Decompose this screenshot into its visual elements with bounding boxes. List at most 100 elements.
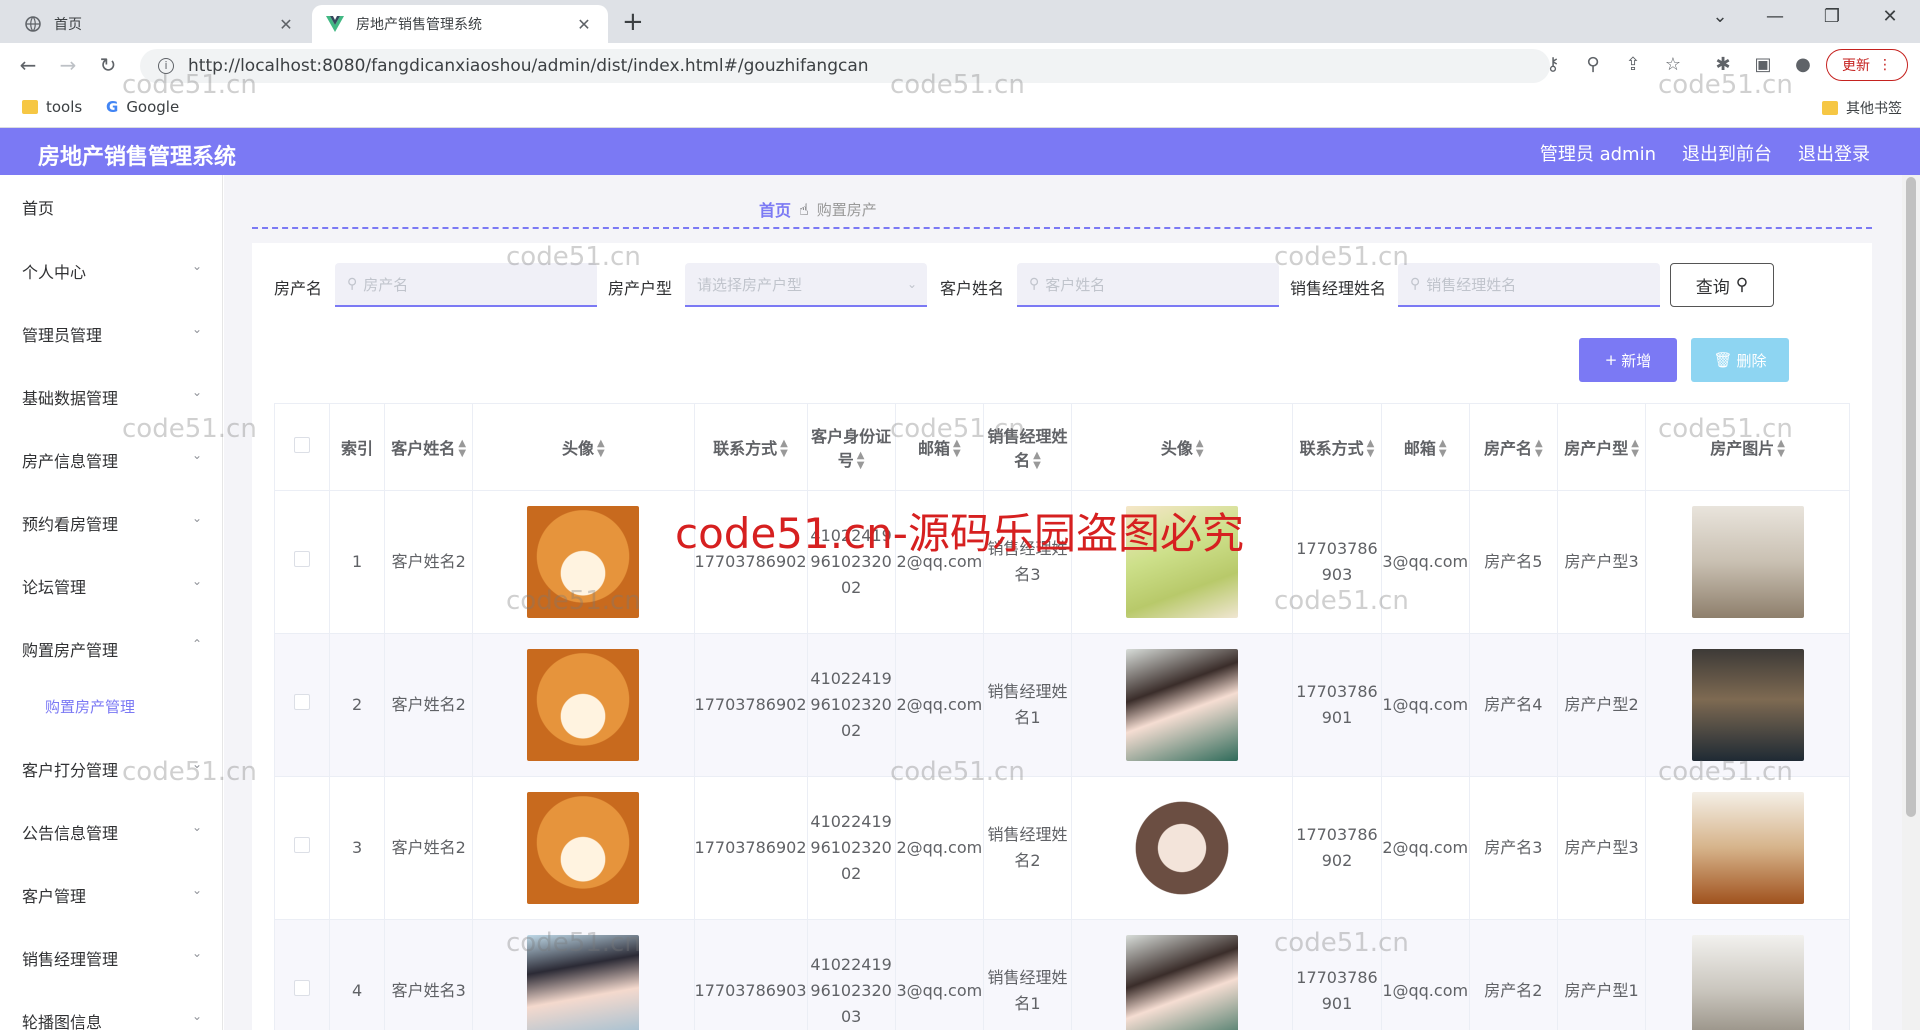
table-row[interactable]: 4 客户姓名3 17703786903 410224199610232003 3… <box>273 919 1850 1030</box>
sidebar-subitem-purchase[interactable]: 购置房产管理 <box>45 696 135 717</box>
cell-memail: 1@qq.com <box>1380 919 1470 1030</box>
row-checkbox[interactable] <box>294 551 311 567</box>
star-icon[interactable]: ☆ <box>1660 54 1686 75</box>
content-panel: 房产名 ⚲ 房产名 房产户型 请选择房产户型 ⌄ 客户姓名 ⚲ 客户姓名 销售经… <box>252 243 1872 1030</box>
globe-icon <box>24 15 42 33</box>
house-name-input[interactable]: ⚲ 房产名 <box>335 263 597 307</box>
row-checkbox[interactable] <box>294 837 311 853</box>
cell-customer: 客户姓名3 <box>384 919 474 1030</box>
extensions-icon[interactable]: ✱ <box>1710 54 1736 75</box>
sidebar-item-carousel[interactable]: 轮播图信息 ⌄ <box>22 1009 202 1033</box>
sidebar-item-rating[interactable]: 客户打分管理 ⌄ <box>22 757 202 781</box>
sidebar-item-customers[interactable]: 客户管理 ⌄ <box>22 883 202 907</box>
col-header-manager-name[interactable]: 销售经理姓名 ▲ ▼ <box>982 403 1073 491</box>
close-window-icon[interactable]: ✕ <box>1870 6 1910 27</box>
sidebar-item-personal[interactable]: 个人中心 ⌄ <box>22 259 202 283</box>
sort-icon[interactable]: ▲ ▼ <box>1033 451 1041 471</box>
page-scrollbar[interactable] <box>1902 175 1920 1030</box>
exit-to-front-link[interactable]: 退出到前台 <box>1682 140 1772 166</box>
sidebar-item-notice[interactable]: 公告信息管理 ⌄ <box>22 820 202 844</box>
col-header-avatar[interactable]: 头像 ▲ ▼ <box>472 403 695 491</box>
cell-mphone: 17703786901 <box>1292 919 1382 1030</box>
sort-icon[interactable]: ▲ ▼ <box>953 439 961 459</box>
col-header-house-type[interactable]: 房产户型 ▲ ▼ <box>1556 403 1647 491</box>
key-icon[interactable]: ⚷ <box>1540 54 1566 75</box>
col-header-idcard[interactable]: 客户身份证号 ▲ ▼ <box>806 403 896 491</box>
sort-icon[interactable]: ▲ ▼ <box>1196 439 1204 459</box>
header-label: 房产图片 <box>1710 438 1775 458</box>
table-row[interactable]: 3 客户姓名2 17703786902 410224199610232002 2… <box>273 776 1850 920</box>
tab-search-icon[interactable]: ⌄ <box>1700 6 1740 27</box>
browser-tab-active[interactable]: 房地产销售管理系统 ✕ <box>312 5 608 43</box>
close-tab-icon[interactable]: ✕ <box>276 15 296 34</box>
sort-icon[interactable]: ▲ ▼ <box>597 439 605 459</box>
chevron-down-icon: ⌄ <box>191 757 202 771</box>
row-checkbox[interactable] <box>294 980 311 996</box>
sort-icon[interactable]: ▲ ▼ <box>857 451 865 471</box>
update-button[interactable]: 更新 ⋮ <box>1826 49 1908 81</box>
minimize-icon[interactable]: — <box>1755 6 1795 27</box>
sidebar-item-forum[interactable]: 论坛管理 ⌄ <box>22 574 202 598</box>
share-icon[interactable]: ⇪ <box>1620 54 1646 75</box>
restore-icon[interactable]: ❐ <box>1812 6 1852 27</box>
bookmark-google[interactable]: G Google <box>106 98 179 116</box>
cell-manager: 销售经理姓名1 <box>982 919 1073 1030</box>
query-button[interactable]: 查询 ⚲ <box>1670 263 1774 307</box>
sidebar-item-managers[interactable]: 销售经理管理 ⌄ <box>22 946 202 970</box>
col-header-contact[interactable]: 联系方式 ▲ ▼ <box>693 403 808 491</box>
table-row[interactable]: 1 客户姓名2 17703786902 410224199610232002 2… <box>273 490 1850 634</box>
manager-name-input[interactable]: ⚲ 销售经理姓名 <box>1398 263 1660 307</box>
delete-button[interactable]: 🗑 删除 <box>1691 338 1789 382</box>
table-row[interactable]: 2 客户姓名2 17703786902 410224199610232002 2… <box>273 633 1850 777</box>
house-type-select[interactable]: 请选择房产户型 ⌄ <box>685 263 927 307</box>
bookmark-other[interactable]: 其他书签 <box>1822 98 1902 118</box>
sort-icon[interactable]: ▲ ▼ <box>1439 439 1447 459</box>
cell-memail: 1@qq.com <box>1380 633 1470 777</box>
profile-icon[interactable]: ● <box>1790 54 1816 75</box>
sidebar-item-purchase[interactable]: 购置房产管理 ⌃ <box>22 637 202 661</box>
col-header-customer-name[interactable]: 客户姓名 ▲ ▼ <box>384 403 474 491</box>
sidebar-item-houseinfo[interactable]: 房产信息管理 ⌄ <box>22 448 202 472</box>
customer-name-input[interactable]: ⚲ 客户姓名 <box>1017 263 1279 307</box>
sort-icon[interactable]: ▲ ▼ <box>1777 439 1785 459</box>
header-label: 头像 <box>562 438 595 458</box>
sort-icon[interactable]: ▲ ▼ <box>1367 439 1375 459</box>
bookmark-tools[interactable]: tools <box>22 98 82 116</box>
reload-icon[interactable]: ↻ <box>94 53 122 77</box>
sidebar-item-home[interactable]: 首页 <box>22 195 202 219</box>
col-header-manager-contact[interactable]: 联系方式 ▲ ▼ <box>1292 403 1382 491</box>
col-header-manager-email[interactable]: 邮箱 ▲ ▼ <box>1380 403 1470 491</box>
zoom-icon[interactable]: ⚲ <box>1580 54 1606 75</box>
select-all-checkbox[interactable] <box>294 437 311 453</box>
sort-icon[interactable]: ▲ ▼ <box>458 439 466 459</box>
forward-icon[interactable]: → <box>54 53 82 77</box>
sort-icon[interactable]: ▲ ▼ <box>1535 439 1543 459</box>
cell-phone: 17703786902 <box>693 633 808 777</box>
add-button[interactable]: + 新增 <box>1579 338 1677 382</box>
col-header-house-name[interactable]: 房产名 ▲ ▼ <box>1468 403 1559 491</box>
breadcrumb-home[interactable]: 首页 <box>759 197 791 221</box>
sidebar-item-label: 公告信息管理 <box>22 824 119 843</box>
info-icon[interactable]: i <box>158 58 174 74</box>
header-label: 房产名 <box>1484 438 1533 458</box>
col-header-house-image[interactable]: 房产图片 ▲ ▼ <box>1645 403 1850 491</box>
sort-icon[interactable]: ▲ ▼ <box>780 439 788 459</box>
logout-link[interactable]: 退出登录 <box>1798 140 1870 166</box>
sort-icon[interactable]: ▲ ▼ <box>1631 439 1639 459</box>
browser-tab-home[interactable]: 首页 ✕ <box>10 5 310 43</box>
sidebar-item-viewing[interactable]: 预约看房管理 ⌄ <box>22 511 202 535</box>
url-field[interactable]: i http://localhost:8080/fangdicanxiaosho… <box>140 49 1550 83</box>
close-tab-icon[interactable]: ✕ <box>574 15 594 34</box>
sidebar-item-admins[interactable]: 管理员管理 ⌄ <box>22 322 202 346</box>
sidepanel-icon[interactable]: ▣ <box>1750 54 1776 75</box>
col-header-manager-avatar[interactable]: 头像 ▲ ▼ <box>1071 403 1294 491</box>
col-header-email[interactable]: 邮箱 ▲ ▼ <box>894 403 984 491</box>
row-checkbox[interactable] <box>294 694 311 710</box>
back-icon[interactable]: ← <box>14 53 42 77</box>
divider <box>252 227 1872 229</box>
new-tab-icon[interactable]: + <box>622 7 644 37</box>
sidebar-item-basedata[interactable]: 基础数据管理 ⌄ <box>22 385 202 409</box>
google-icon: G <box>106 98 119 116</box>
cell-customer: 客户姓名2 <box>384 490 474 634</box>
scrollbar-thumb[interactable] <box>1906 177 1916 817</box>
